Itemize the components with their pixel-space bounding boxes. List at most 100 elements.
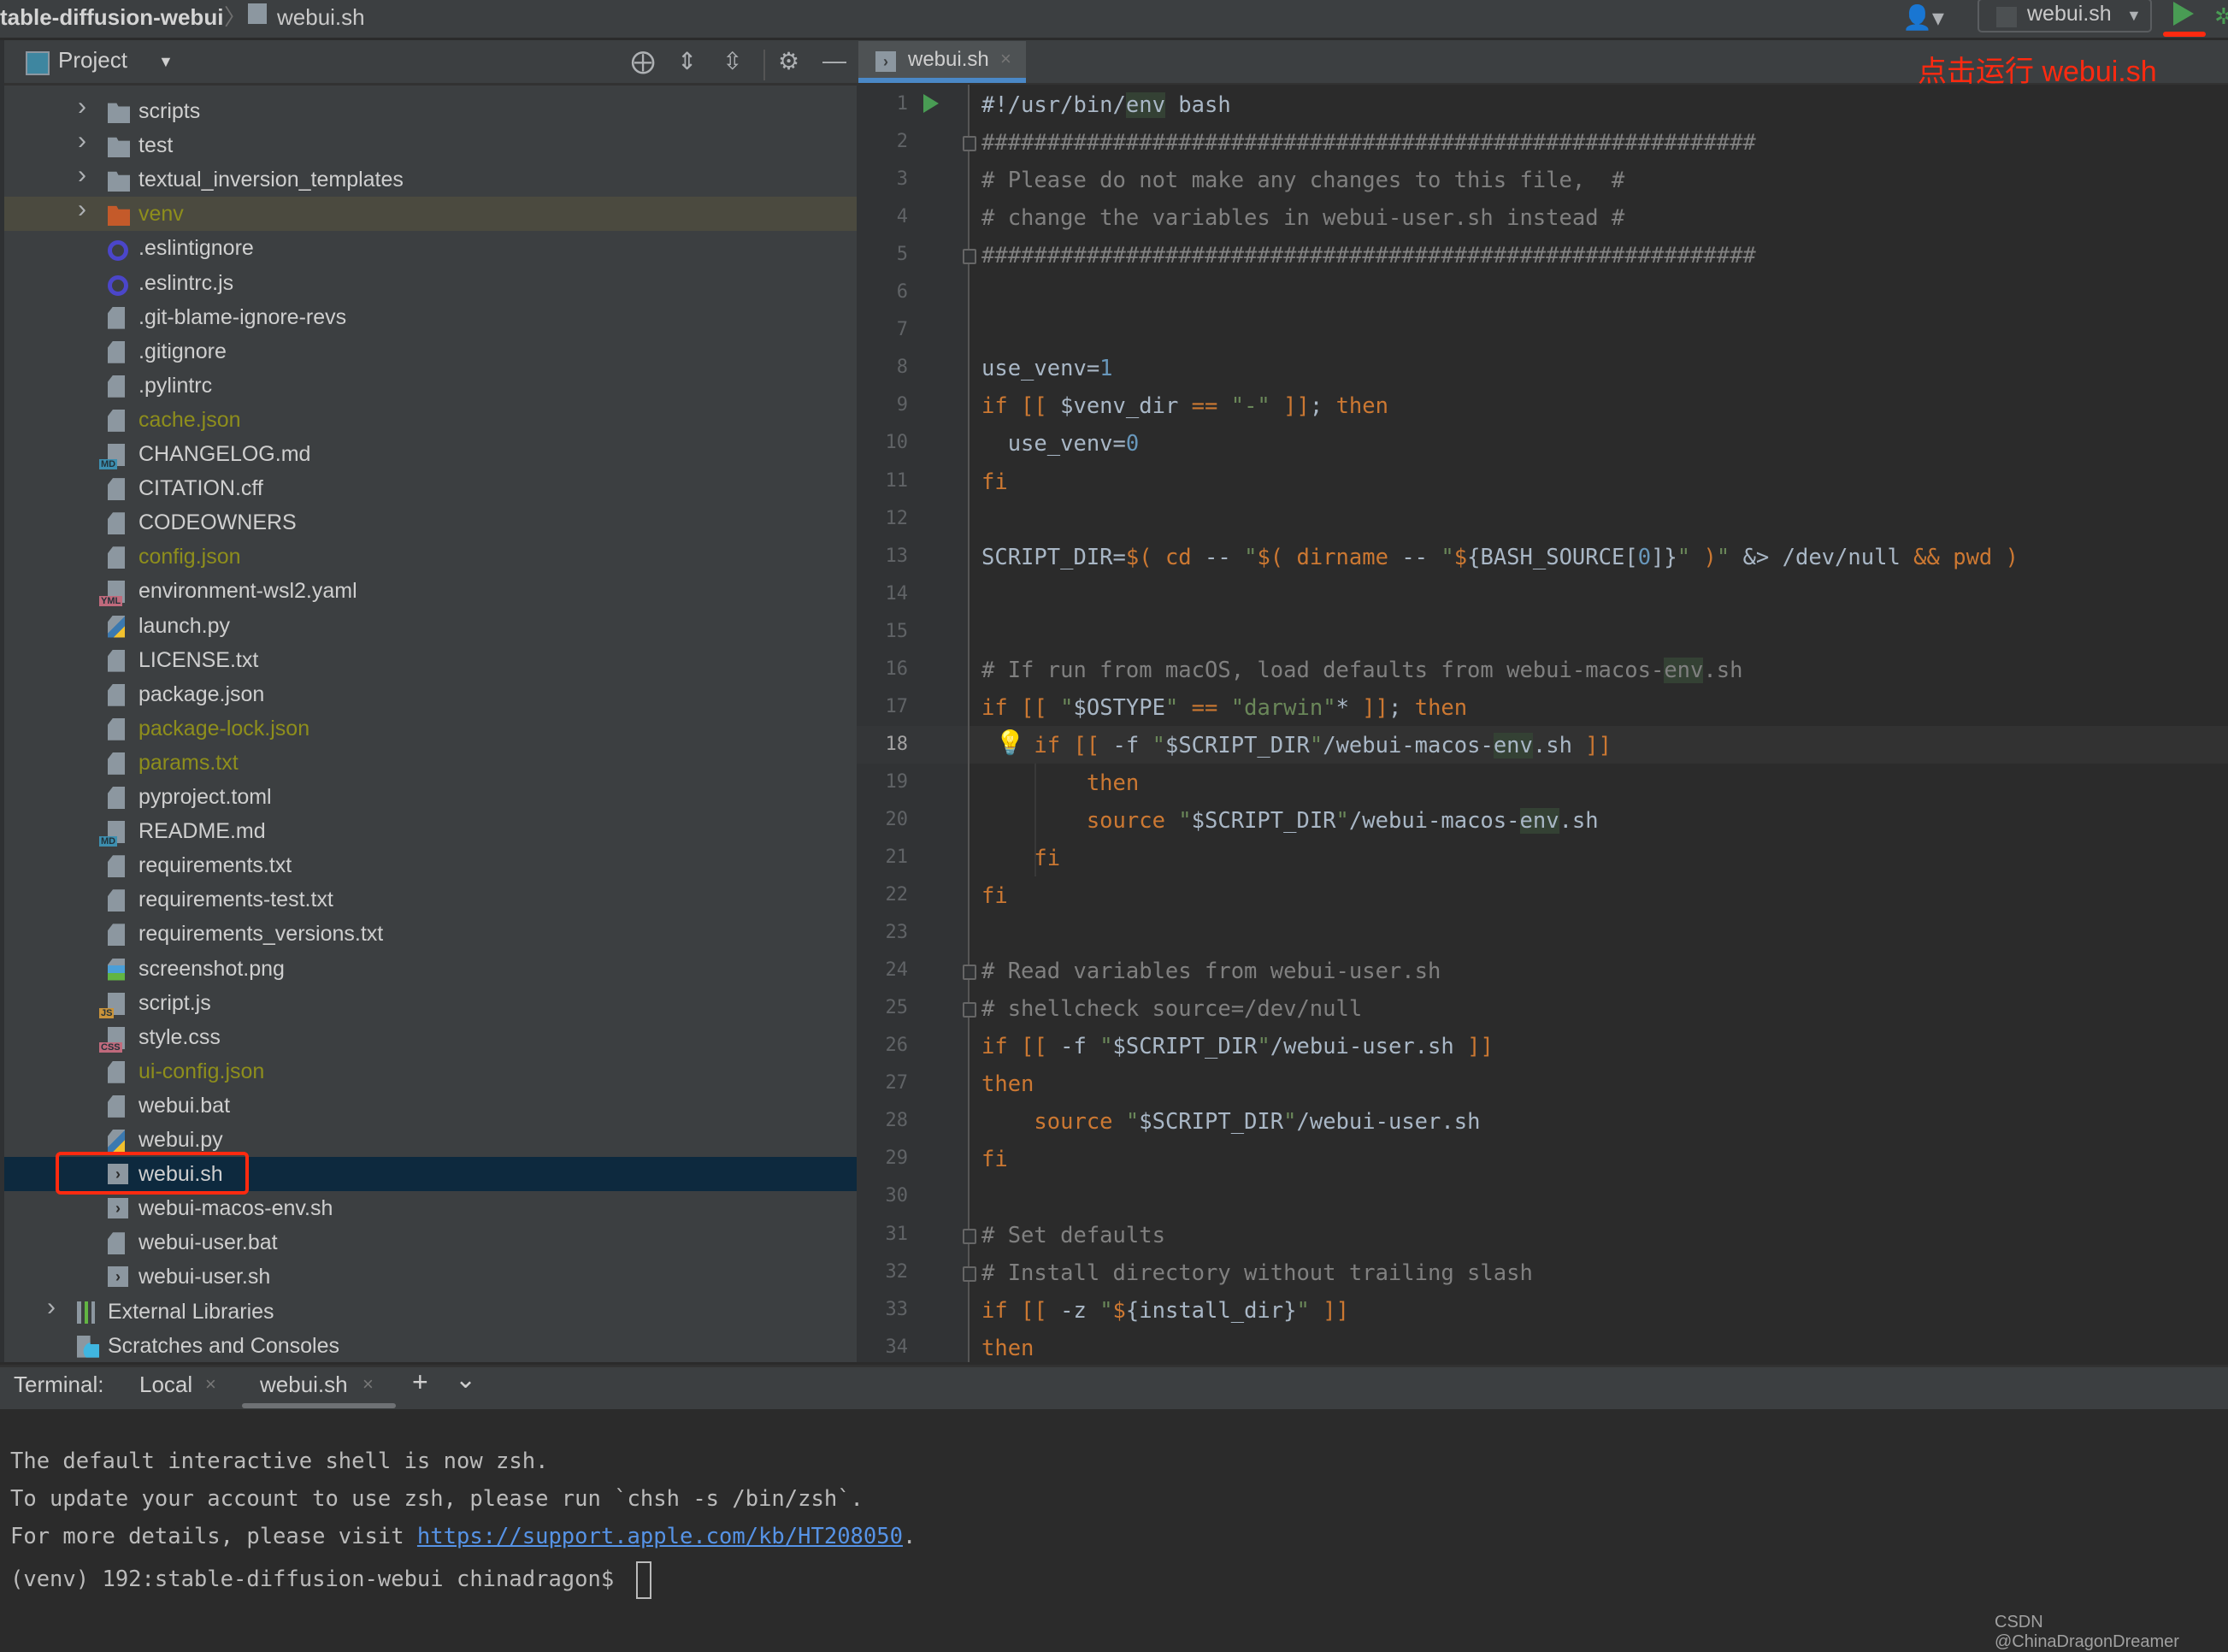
tree-item[interactable]: .gitignore [4, 334, 857, 369]
code-line: # Install directory without trailing sla… [981, 1254, 1533, 1292]
project-view-title[interactable]: Project [58, 47, 127, 74]
tree-item[interactable]: JS script.js [4, 986, 857, 1020]
user-account-icon[interactable]: 👤▾ [1902, 3, 1944, 32]
tree-item[interactable]: requirements_versions.txt [4, 917, 857, 951]
tree-item[interactable]: MD CHANGELOG.md [4, 437, 857, 471]
code-token: if [[ [981, 1034, 1061, 1060]
tree-item[interactable]: › scripts [4, 92, 857, 128]
tree-item[interactable]: › External Libraries [4, 1293, 857, 1329]
tree-item[interactable]: CITATION.cff [4, 471, 857, 505]
annotation-text: 点击运行 webui.sh [1918, 56, 2157, 88]
tree-item[interactable]: params.txt [4, 746, 857, 780]
tree-item[interactable]: YML environment-wsl2.yaml [4, 574, 857, 608]
shell-file-icon: › [875, 51, 896, 72]
line-number: 22 [885, 884, 909, 906]
tree-item-label: webui-macos-env.sh [139, 1196, 333, 1221]
expand-all-icon[interactable]: ⇕ [677, 47, 697, 75]
tree-item[interactable]: launch.py [4, 609, 857, 643]
code-token: then [981, 1335, 1034, 1361]
fold-marker-icon[interactable] [963, 1266, 976, 1282]
code-token: $ [1112, 1297, 1126, 1324]
run-button[interactable] [2173, 2, 2194, 26]
tree-item[interactable]: cache.json [4, 403, 857, 437]
breadcrumb-project[interactable]: table-diffusion-webui [0, 3, 223, 31]
tree-item[interactable]: screenshot.png [4, 952, 857, 986]
tree-item[interactable]: › venv [4, 195, 857, 232]
tree-item[interactable]: MD README.md [4, 814, 857, 848]
tree-item[interactable]: CODEOWNERS [4, 505, 857, 540]
run-configuration-select[interactable]: webui.sh ▼ [1977, 0, 2152, 32]
tree-item[interactable]: pyproject.toml [4, 780, 857, 814]
tree-item-label: launch.py [139, 613, 231, 638]
terminal-tab-webui-sh[interactable]: webui.sh [260, 1372, 348, 1398]
tree-item[interactable]: webui-user.bat [4, 1225, 857, 1260]
tree-item[interactable]: requirements.txt [4, 848, 857, 882]
tree-item[interactable]: .eslintignore [4, 231, 857, 265]
line-number: 13 [885, 545, 909, 567]
debug-bug-icon[interactable]: ✲ [2214, 3, 2228, 30]
css-file-icon: CSS [99, 1026, 125, 1053]
locate-file-icon[interactable]: ⨁ [631, 47, 655, 75]
terminal-tab-local[interactable]: Local [139, 1372, 192, 1398]
text-file-icon [108, 889, 125, 912]
tree-item[interactable]: config.json [4, 540, 857, 574]
new-terminal-tab-button[interactable]: + [412, 1366, 428, 1398]
tree-item[interactable]: package.json [4, 677, 857, 711]
tree-item[interactable]: .pylintrc [4, 369, 857, 403]
tree-item[interactable]: requirements-test.txt [4, 882, 857, 917]
tree-item[interactable]: › textual_inversion_templates [4, 161, 857, 197]
terminal-text: For more details, please visit [10, 1524, 417, 1549]
code-line: if [[ -z "${install_dir}" ]] [981, 1292, 1349, 1330]
editor-tab-webui-sh[interactable]: › webui.sh × [858, 41, 1026, 82]
code-line: if [[ -f "$SCRIPT_DIR"/webui-macos-env.s… [981, 727, 1612, 764]
gutter-run-icon[interactable] [923, 94, 939, 113]
code-token: $SCRIPT_DIR [1164, 732, 1310, 758]
terminal-link[interactable]: https://support.apple.com/kb/HT208050 [417, 1524, 903, 1549]
tree-item[interactable]: CSS style.css [4, 1020, 857, 1054]
line-number: 6 [896, 281, 908, 304]
fold-marker-icon[interactable] [963, 1228, 976, 1244]
tree-item[interactable]: Scratches and Consoles [4, 1329, 857, 1363]
chevron-down-icon[interactable]: ▼ [158, 53, 174, 71]
tree-item[interactable]: .git-blame-ignore-revs [4, 300, 857, 334]
folder-icon [108, 171, 130, 192]
collapse-all-icon[interactable]: ⇳ [722, 47, 742, 75]
code-token: ]] [1270, 393, 1310, 420]
tree-item[interactable]: › webui-user.sh [4, 1260, 857, 1294]
chevron-right-icon[interactable]: › [78, 161, 86, 190]
fold-marker-icon[interactable] [963, 136, 976, 152]
terminal-prompt-line[interactable]: (venv) 192:stable-diffusion-webui chinad… [10, 1561, 651, 1599]
fold-marker-icon[interactable] [963, 249, 976, 265]
chevron-right-icon[interactable]: › [78, 92, 86, 121]
tree-item[interactable]: webui.bat [4, 1089, 857, 1123]
json-file-icon [108, 683, 125, 706]
fold-marker-icon[interactable] [963, 965, 976, 981]
code-token: $OSTYPE [1073, 694, 1165, 721]
tree-item[interactable]: package-lock.json [4, 711, 857, 746]
chevron-right-icon[interactable]: › [78, 127, 86, 156]
tree-item[interactable]: .eslintrc.js [4, 266, 857, 300]
close-icon[interactable]: × [1000, 48, 1011, 70]
fold-marker-icon[interactable] [963, 1002, 976, 1018]
code-token: $SCRIPT_DIR [1191, 807, 1336, 834]
gear-icon[interactable]: ⚙ [778, 47, 799, 75]
tree-item-label: environment-wsl2.yaml [139, 579, 357, 604]
tree-item-label: params.txt [139, 750, 239, 775]
code-token: # If run from macOS, load defaults from … [981, 657, 1665, 683]
tree-item[interactable]: › webui-macos-env.sh [4, 1191, 857, 1225]
close-icon[interactable]: × [205, 1373, 216, 1395]
code-token: $SCRIPT_DIR [1139, 1109, 1284, 1136]
tree-item[interactable]: › test [4, 127, 857, 162]
chevron-down-icon[interactable]: ⌄ [455, 1365, 476, 1395]
text-file-icon [108, 923, 125, 947]
chevron-right-icon[interactable]: › [47, 1293, 56, 1322]
hide-panel-icon[interactable]: — [822, 47, 846, 74]
tree-item[interactable]: LICENSE.txt [4, 643, 857, 677]
lightbulb-icon[interactable]: 💡 [995, 729, 1025, 757]
tree-item[interactable]: ui-config.json [4, 1054, 857, 1089]
chevron-right-icon[interactable]: › [78, 195, 86, 224]
folder-icon [108, 103, 130, 123]
close-icon[interactable]: × [362, 1373, 374, 1395]
python-file-icon [108, 615, 125, 638]
breadcrumb-file[interactable]: webui.sh [277, 3, 365, 31]
